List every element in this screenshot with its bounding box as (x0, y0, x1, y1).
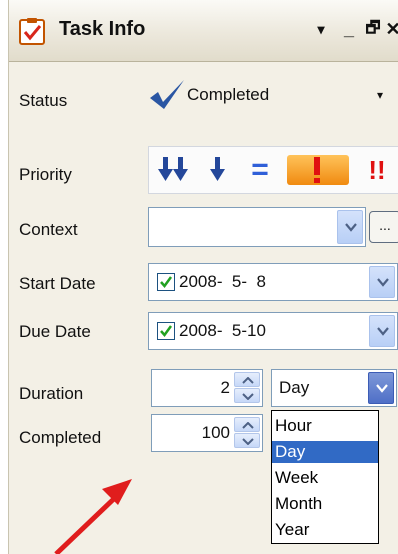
duration-spin-buttons (234, 372, 260, 404)
status-label: Status (19, 91, 68, 110)
close-icon[interactable]: ✕ (381, 14, 398, 44)
annotation-arrow-icon (54, 479, 132, 554)
duration-unit-dropdown-button[interactable] (368, 372, 394, 404)
duration-label: Duration (19, 384, 84, 403)
unit-option-hour[interactable]: Hour (272, 415, 378, 437)
due-date-label: Due Date (19, 322, 91, 341)
start-date-picker[interactable]: 2008- 5- 8 (148, 263, 398, 301)
completed-spinner[interactable]: 100 (151, 414, 263, 452)
priority-normal-icon[interactable]: = (245, 147, 275, 195)
completed-decrement-button[interactable] (234, 433, 260, 448)
chevron-down-icon (242, 393, 254, 400)
status-dropdown[interactable]: Completed (187, 85, 269, 105)
priority-label: Priority (19, 165, 72, 184)
duration-increment-button[interactable] (234, 372, 260, 387)
due-date-picker[interactable]: 2008- 5-10 (148, 312, 398, 350)
unit-option-day[interactable]: Day (272, 441, 378, 463)
chevron-down-icon (345, 223, 357, 232)
priority-selector: = !! (148, 146, 398, 194)
context-dropdown-button[interactable] (337, 210, 363, 244)
completed-label: Completed (19, 428, 102, 447)
chevron-down-icon (377, 278, 389, 287)
context-browse-button[interactable]: ... (369, 211, 398, 243)
priority-low-icon[interactable] (203, 147, 233, 195)
duration-spinner[interactable]: 2 (151, 369, 263, 407)
chevron-down-icon (242, 438, 254, 445)
completed-increment-button[interactable] (234, 417, 260, 432)
start-date-value[interactable]: 2008- 5- 8 (179, 272, 266, 292)
start-date-dropdown-button[interactable] (369, 266, 395, 298)
completed-spin-buttons (234, 417, 260, 449)
unit-option-month[interactable]: Month (272, 493, 378, 515)
window-title: Task Info (59, 18, 146, 40)
duration-decrement-button[interactable] (234, 388, 260, 403)
title-bar: Task Info ▾ _ 🗗 ✕ (9, 0, 398, 62)
completed-value[interactable]: 100 (202, 423, 230, 443)
context-combobox[interactable] (148, 207, 366, 247)
chevron-up-icon (242, 377, 254, 384)
checkmark-icon (160, 325, 173, 338)
priority-lowest-icon[interactable] (153, 147, 197, 195)
task-info-panel: Task Info ▾ _ 🗗 ✕ Status Completed ▾ Pri… (8, 0, 398, 554)
completed-check-icon (150, 80, 184, 109)
chevron-up-icon (242, 422, 254, 429)
panel-menu-dropdown-icon[interactable]: ▾ (309, 14, 333, 44)
priority-highest-icon[interactable]: !! (361, 147, 393, 195)
duration-unit-list: Hour Day Week Month Year (271, 410, 379, 544)
priority-high-icon[interactable] (283, 147, 353, 195)
context-label: Context (19, 220, 78, 239)
status-dropdown-arrow-icon[interactable]: ▾ (377, 88, 383, 102)
chevron-down-icon (377, 327, 389, 336)
unit-option-week[interactable]: Week (272, 467, 378, 489)
start-date-label: Start Date (19, 274, 96, 293)
duration-unit-value: Day (279, 378, 310, 397)
duration-unit-combobox[interactable]: Day (271, 369, 397, 407)
checkmark-icon (160, 276, 173, 289)
chevron-down-icon (376, 384, 388, 393)
duration-value[interactable]: 2 (221, 378, 230, 398)
unit-option-year[interactable]: Year (272, 519, 378, 541)
minimize-icon[interactable]: _ (337, 14, 361, 44)
due-date-checkbox[interactable] (157, 322, 175, 340)
start-date-checkbox[interactable] (157, 273, 175, 291)
due-date-dropdown-button[interactable] (369, 315, 395, 347)
task-clipboard-icon (19, 18, 45, 45)
due-date-value[interactable]: 2008- 5-10 (179, 321, 266, 341)
